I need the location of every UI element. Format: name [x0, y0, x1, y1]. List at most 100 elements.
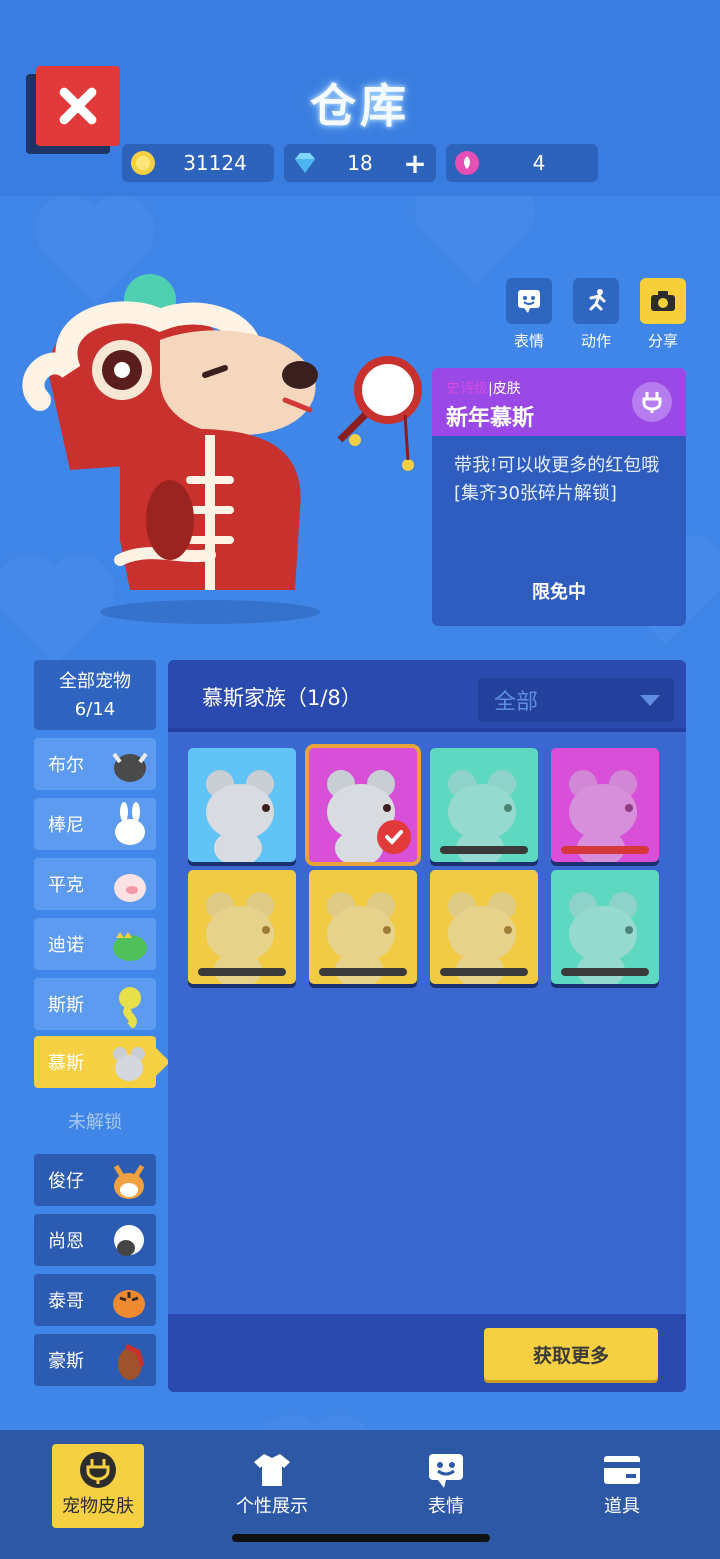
- emote-icon: [429, 1454, 463, 1488]
- locked-section-label: 未解锁: [68, 1112, 122, 1133]
- shiba-icon: [113, 1164, 145, 1199]
- mouse-skin-art: [448, 892, 516, 984]
- sidebar-item-mouse[interactable]: 慕斯: [34, 1036, 156, 1088]
- check-icon: [377, 820, 411, 854]
- plug-icon: [632, 382, 672, 422]
- mouse-icon: [113, 1047, 145, 1081]
- sidebar-item-label: 平克: [48, 875, 84, 896]
- unlock-progress: [561, 968, 649, 976]
- tab-label: 个性展示: [236, 1496, 308, 1517]
- page-title: 仓库: [310, 79, 410, 133]
- sidebar-item-label: 布尔: [48, 755, 84, 776]
- camera-icon: [651, 291, 675, 311]
- skin-status: 限免中: [532, 582, 586, 603]
- family-title: 慕斯家族（1/8）: [202, 686, 362, 710]
- skin-panel-header: 慕斯家族（1/8） 全部: [168, 660, 686, 732]
- shirt-icon: [254, 1454, 290, 1486]
- get-more-button[interactable]: 获取更多: [484, 1328, 658, 1380]
- sidebar-item-shiba[interactable]: 俊仔: [34, 1154, 156, 1206]
- heart-decoration: [425, 185, 525, 285]
- skin-card[interactable]: [430, 870, 538, 984]
- coin-value: 31124: [183, 151, 247, 175]
- skin-description: 带我!可以收更多的红包哦 [集齐30张碎片解锁]: [454, 455, 660, 504]
- sidebar-item-sheep[interactable]: 尚恩: [34, 1214, 156, 1266]
- sidebar-item-label: 迪诺: [48, 935, 84, 956]
- sidebar-item-bull[interactable]: 布尔: [34, 738, 156, 790]
- lotus-balance: 4: [446, 144, 598, 182]
- tab-label: 道具: [604, 1496, 640, 1517]
- header: 仓库 31124 18 + 4: [0, 0, 720, 196]
- emote-button[interactable]: [506, 278, 552, 324]
- skin-card[interactable]: [188, 870, 296, 984]
- motion-label: 动作: [580, 332, 611, 350]
- skin-card[interactable]: [430, 748, 538, 862]
- sidebar-item-bunny[interactable]: 棒尼: [34, 798, 156, 850]
- motion-button[interactable]: [573, 278, 619, 324]
- diamond-icon: [295, 153, 315, 173]
- sidebar-item-label: 棒尼: [48, 815, 84, 836]
- sidebar-all-label: 全部宠物: [59, 671, 131, 692]
- unlock-progress: [440, 968, 528, 976]
- lotus-icon: [455, 151, 479, 175]
- plug-icon: [80, 1452, 116, 1488]
- sidebar-item-label: 尚恩: [48, 1231, 84, 1252]
- emote-icon: [518, 290, 540, 313]
- bull-icon: [112, 752, 148, 782]
- pig-icon: [114, 874, 146, 902]
- emote-label: 表情: [513, 332, 544, 350]
- tab-emotes[interactable]: 表情: [400, 1444, 492, 1528]
- sidebar-item-pig[interactable]: 平克: [34, 858, 156, 910]
- tab-label: 宠物皮肤: [62, 1496, 134, 1517]
- sidebar-item-snake[interactable]: 斯斯: [34, 978, 156, 1030]
- share-button[interactable]: [640, 278, 686, 324]
- tab-showcase[interactable]: 个性展示: [226, 1444, 318, 1528]
- skin-card[interactable]: [305, 744, 421, 866]
- coin-balance: 31124: [122, 144, 274, 182]
- skin-panel: 慕斯家族（1/8） 全部 获取更多: [168, 660, 686, 1392]
- skin-card[interactable]: [551, 748, 659, 862]
- tiger-icon: [113, 1290, 145, 1318]
- sidebar-item-label: 泰哥: [48, 1291, 84, 1312]
- card-icon: [604, 1456, 640, 1484]
- sidebar-item-dino[interactable]: 迪诺: [34, 918, 156, 970]
- rarity-tag: 史诗级: [446, 381, 488, 397]
- lotus-value: 4: [532, 151, 546, 175]
- filter-value: 全部: [494, 690, 539, 715]
- tab-items[interactable]: 道具: [576, 1444, 668, 1528]
- snake-icon: [119, 987, 141, 1028]
- bunny-icon: [115, 802, 145, 845]
- sidebar-item-horse[interactable]: 豪斯: [34, 1334, 156, 1386]
- share-label: 分享: [647, 332, 678, 350]
- sidebar-item-all[interactable]: 全部宠物 6/14: [34, 660, 156, 730]
- sidebar-item-label: 俊仔: [48, 1171, 84, 1192]
- diamond-value: 18: [347, 151, 373, 175]
- skin-card[interactable]: [309, 870, 417, 984]
- skin-card[interactable]: [551, 870, 659, 984]
- skin-info-card: 史诗级|皮肤 新年慕斯 带我!可以收更多的红包哦 [集齐30张碎片解锁] 限免中: [432, 368, 686, 626]
- unlock-progress: [198, 968, 286, 976]
- type-tag: 皮肤: [492, 381, 521, 397]
- skin-panel-footer: 获取更多: [168, 1314, 686, 1392]
- sidebar-item-label: 斯斯: [48, 995, 84, 1016]
- dino-icon: [113, 932, 147, 961]
- skin-card[interactable]: [188, 748, 296, 862]
- diamond-balance: 18 +: [284, 144, 436, 182]
- unlock-progress: [440, 846, 528, 854]
- mouse-skin-art: [569, 770, 637, 862]
- filter-dropdown[interactable]: 全部: [478, 678, 674, 722]
- sidebar-all-count: 6/14: [74, 699, 116, 720]
- sidebar-item-label: 豪斯: [48, 1351, 84, 1372]
- mouse-skin-art: [206, 770, 274, 862]
- unlock-progress: [319, 968, 407, 976]
- pet-preview[interactable]: [10, 260, 430, 630]
- tab-pet-skins[interactable]: 宠物皮肤: [52, 1444, 144, 1528]
- tab-label: 表情: [428, 1496, 464, 1517]
- sidebar-item-label: 慕斯: [48, 1053, 84, 1074]
- mouse-skin-art: [327, 892, 395, 984]
- home-indicator[interactable]: [232, 1534, 490, 1542]
- sheep-icon: [114, 1225, 144, 1256]
- sidebar-item-tiger[interactable]: 泰哥: [34, 1274, 156, 1326]
- add-diamond-button[interactable]: +: [402, 147, 428, 180]
- coin-icon: [131, 151, 155, 175]
- horse-icon: [118, 1343, 145, 1380]
